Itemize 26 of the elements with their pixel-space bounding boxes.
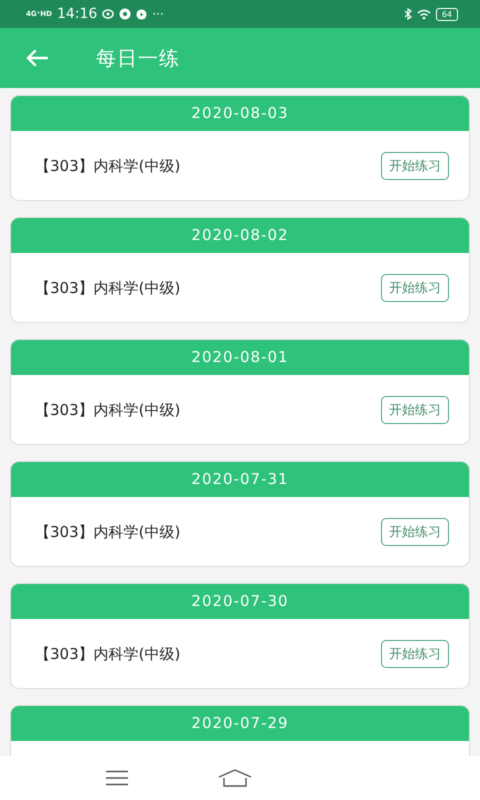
battery-indicator: 64 — [436, 8, 458, 20]
bluetooth-icon — [404, 8, 412, 20]
date-header: 2020-08-03 — [11, 96, 469, 131]
start-practice-button[interactable]: 开始练习 — [381, 152, 449, 180]
date-header: 2020-07-29 — [11, 706, 469, 741]
date-header: 2020-08-01 — [11, 340, 469, 375]
start-practice-button[interactable]: 开始练习 — [381, 274, 449, 302]
subject-label: 【303】内科学(中级) — [35, 156, 180, 176]
more-notifications: ··· — [152, 7, 164, 21]
subject-label: 【303】内科学(中级) — [35, 522, 180, 542]
date-header: 2020-07-31 — [11, 462, 469, 497]
start-practice-button[interactable]: 开始练习 — [381, 640, 449, 668]
play-icon — [136, 8, 148, 20]
eye-icon — [102, 9, 114, 19]
page-title: 每日一练 — [96, 44, 180, 72]
wifi-icon — [416, 8, 431, 20]
date-header: 2020-07-30 — [11, 584, 469, 619]
subject-label: 【303】内科学(中级) — [35, 278, 180, 298]
menu-icon[interactable] — [104, 770, 129, 786]
subject-label: 【303】内科学(中级) — [35, 644, 180, 664]
start-practice-button[interactable]: 开始练习 — [381, 396, 449, 424]
start-practice-button[interactable]: 开始练习 — [381, 518, 449, 546]
subject-label: 【303】内科学(中级) — [35, 400, 180, 420]
status-time: 14:16 — [56, 6, 98, 22]
date-header: 2020-08-02 — [11, 218, 469, 253]
home-icon[interactable] — [218, 769, 252, 787]
